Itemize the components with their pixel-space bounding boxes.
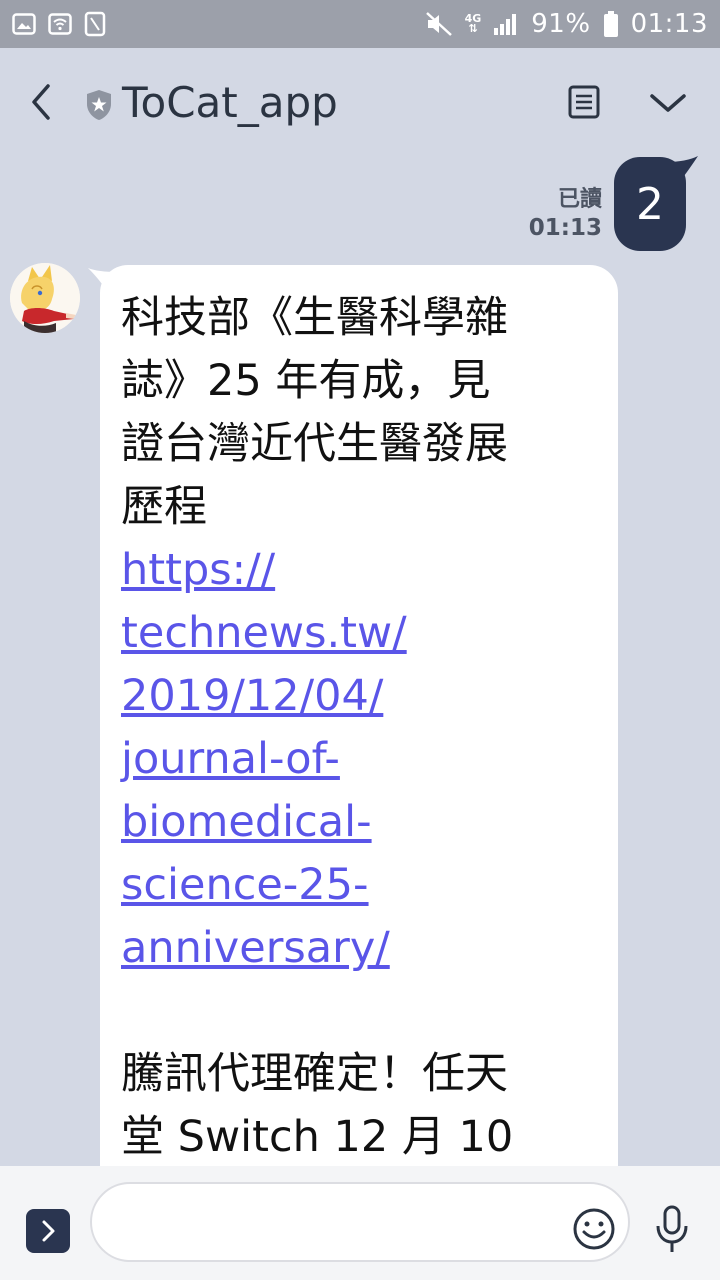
chevron-right-icon <box>42 1220 55 1242</box>
signal-icon <box>494 14 517 35</box>
chevron-down-icon[interactable] <box>648 88 688 118</box>
battery-percentage: 91% <box>531 9 591 39</box>
sim-notification-icon <box>84 11 106 37</box>
microphone-icon[interactable] <box>652 1204 692 1256</box>
official-account-shield-icon <box>87 90 111 120</box>
wifi-notification-icon <box>48 13 72 35</box>
mute-icon <box>425 12 452 36</box>
article-link-line[interactable]: science-25- <box>121 854 598 917</box>
received-message-bubble[interactable]: 科技部《生醫科學雜 誌》25 年有成，見 證台灣近代生醫發展 歷程 https:… <box>100 265 618 1245</box>
article-link-line[interactable]: https:// <box>121 539 598 602</box>
article-link-line[interactable]: technews.tw/ <box>121 602 598 665</box>
chat-screen: 4G ⇅ 91% 01:13 ToCat_app 已讀 01:13 2 科技部《… <box>0 0 720 1280</box>
sent-message-text: 2 <box>636 178 664 230</box>
article-link-line[interactable]: anniversary/ <box>121 917 598 980</box>
clock: 01:13 <box>630 9 708 39</box>
sent-timestamp: 01:13 <box>528 215 602 241</box>
article-link-line[interactable]: biomedical- <box>121 791 598 854</box>
message-text-line: 誌》25 年有成，見 <box>121 356 491 406</box>
chat-title: ToCat_app <box>122 78 338 127</box>
message-text-line: 證台灣近代生醫發展 <box>121 419 508 469</box>
status-bar-right: 4G ⇅ 91% 01:13 <box>425 9 708 39</box>
read-receipt: 已讀 <box>557 187 602 212</box>
sent-message-bubble[interactable]: 2 <box>614 157 686 251</box>
status-bar: 4G ⇅ 91% 01:13 <box>0 0 720 48</box>
message-text-line: 堂 Switch 12 月 10 <box>121 1112 514 1162</box>
message-text-line: 科技部《生醫科學雜 <box>121 293 508 343</box>
expand-menu-button[interactable] <box>26 1209 70 1253</box>
emoji-icon[interactable] <box>572 1207 616 1251</box>
message-text-line: 騰訊代理確定！任天 <box>121 1049 508 1099</box>
article-link-line[interactable]: journal-of- <box>121 728 598 791</box>
network-type-indicator: 4G ⇅ <box>464 12 482 35</box>
chat-header: ToCat_app <box>0 48 720 158</box>
notes-button[interactable] <box>566 84 602 120</box>
avatar[interactable] <box>10 263 80 333</box>
back-button[interactable] <box>22 80 62 124</box>
article-link-line[interactable]: 2019/12/04/ <box>121 665 598 728</box>
status-bar-left <box>12 11 106 37</box>
gallery-notification-icon <box>12 13 36 35</box>
message-text-line: 歷程 <box>121 482 207 532</box>
message-input[interactable] <box>90 1182 630 1262</box>
cat-character-avatar-icon <box>10 263 80 333</box>
battery-icon <box>603 11 618 37</box>
